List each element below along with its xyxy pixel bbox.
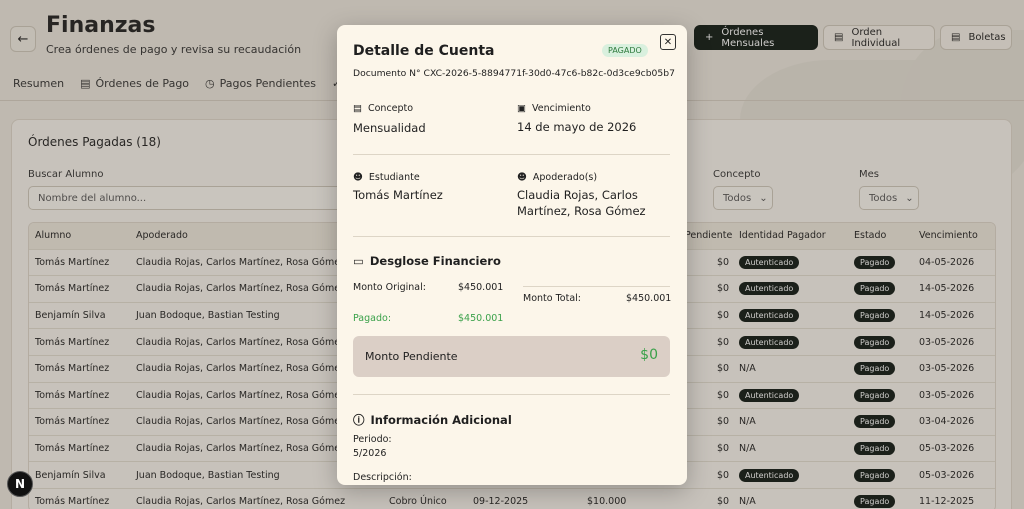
user-icon: ☻ [353,172,363,183]
calendar-icon: ▣ [517,103,526,114]
info-icon: ⓘ [353,413,365,427]
apoderado-value-line1: Claudia Rojas, Carlos [517,188,638,202]
apoderado-label: ☻ Apoderado(s) [517,172,597,183]
document-icon: ▤ [353,103,362,114]
periodo-value: 5/2026 [353,448,387,459]
user-icon: ☻ [517,172,527,183]
app-badge-button[interactable]: N [7,471,33,497]
close-icon: ✕ [663,36,673,48]
label-text: Concepto [367,103,414,114]
info-heading: ⓘ Información Adicional [353,412,512,428]
divider [353,236,670,237]
monto-total-value: $450.001 [626,293,672,304]
concepto-label: ▤ Concepto [353,103,413,114]
monto-pendiente-box: Monto Pendiente $0 [353,336,670,377]
pendiente-label: Monto Pendiente [365,350,458,363]
estudiante-label: ☻ Estudiante [353,172,420,183]
divider [523,286,670,287]
periodo-label: Periodo: [353,434,392,445]
label-text: Apoderado(s) [532,172,598,183]
account-detail-modal: Detalle de Cuenta PAGADO ✕ Documento N° … [337,25,687,485]
concepto-value: Mensualidad [353,121,426,135]
pagado-label: Pagado: [353,313,392,324]
divider [353,394,670,395]
vencimiento-label: ▣ Vencimiento [517,103,591,114]
monto-total-label: Monto Total: [523,293,581,304]
pagado-value: $450.001 [458,313,504,324]
monto-original-value: $450.001 [458,282,504,293]
apoderado-value-line2: Martínez, Rosa Gómez [517,204,646,218]
divider [353,154,670,155]
document-number: Documento N° CXC-2026-5-8894771f-30d0-47… [353,68,675,79]
estudiante-value: Tomás Martínez [353,188,443,202]
section-title: Información Adicional [370,413,512,427]
desglose-heading: ▭ Desglose Financiero [353,254,501,268]
modal-title: Detalle de Cuenta [353,43,495,59]
monto-original-label: Monto Original: [353,282,426,293]
pendiente-value: $0 [640,347,658,363]
descripcion-label: Descripción: [353,472,412,483]
section-title: Desglose Financiero [369,254,501,268]
vencimiento-value: 14 de mayo de 2026 [517,120,637,134]
label-text: Estudiante [368,172,420,183]
status-badge: PAGADO [602,44,648,57]
label-text: Vencimiento [531,103,591,114]
credit-card-icon: ▭ [353,254,364,268]
close-button[interactable]: ✕ [660,34,676,50]
